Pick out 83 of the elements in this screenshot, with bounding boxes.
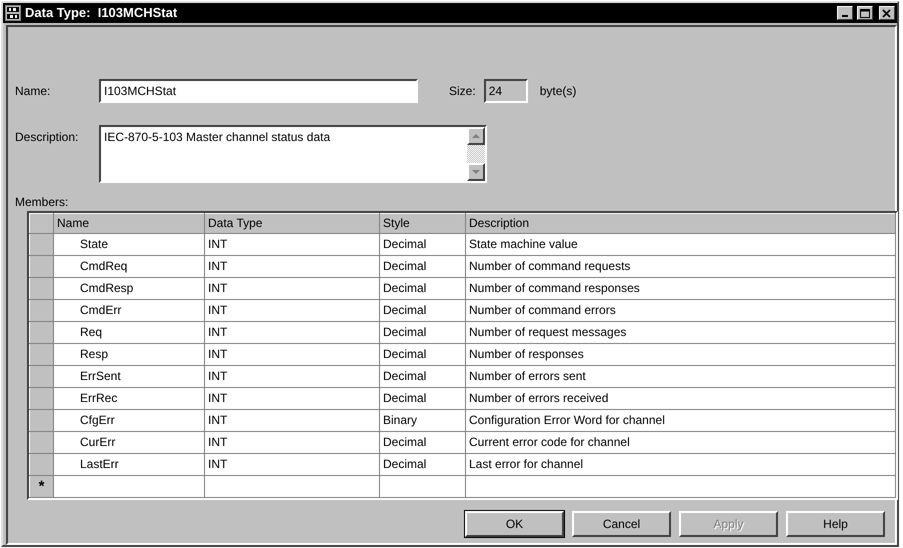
ok-button[interactable]: OK <box>465 511 564 537</box>
table-cell: Decimal <box>380 234 466 256</box>
help-button[interactable]: Help <box>786 511 885 537</box>
table-cell: CmdReq <box>54 256 204 278</box>
table-cell: Number of command errors <box>466 300 896 322</box>
table-cell: Number of errors received <box>466 388 896 410</box>
table-cell: ErrSent <box>54 366 204 388</box>
table-cell: Number of responses <box>466 344 896 366</box>
table-cell: State machine value <box>466 234 896 256</box>
close-button[interactable] <box>879 6 895 20</box>
table-cell: Decimal <box>380 322 466 344</box>
column-header[interactable]: Name <box>54 214 204 234</box>
table-cell: Number of errors sent <box>466 366 896 388</box>
maximize-button[interactable] <box>857 6 873 20</box>
table-cell: State <box>54 234 204 256</box>
row-selector[interactable] <box>30 278 54 300</box>
column-header[interactable]: Description <box>466 214 896 234</box>
cancel-button[interactable]: Cancel <box>572 511 671 537</box>
table-cell: Number of request messages <box>466 322 896 344</box>
description-field[interactable]: IEC-870-5-103 Master channel status data <box>99 125 487 183</box>
table-cell: Decimal <box>380 454 466 476</box>
table-cell: CfgErr <box>54 410 204 432</box>
table-cell: CmdErr <box>54 300 204 322</box>
row-selector[interactable] <box>30 454 54 476</box>
members-label: Members: <box>15 195 68 209</box>
row-selector[interactable] <box>30 432 54 454</box>
row-selector[interactable] <box>30 344 54 366</box>
up-arrow-icon <box>472 134 480 138</box>
close-icon <box>882 8 892 18</box>
minimize-icon <box>842 15 848 17</box>
table-cell: CurErr <box>54 432 204 454</box>
size-label: Size: <box>449 83 476 100</box>
row-selector[interactable] <box>30 388 54 410</box>
table-cell: INT <box>204 410 380 432</box>
table-cell: Decimal <box>380 278 466 300</box>
row-selector[interactable] <box>30 300 54 322</box>
members-table[interactable] <box>27 211 898 500</box>
minimize-button[interactable] <box>837 6 853 20</box>
table-cell: Number of command requests <box>466 256 896 278</box>
row-selector[interactable] <box>30 234 54 256</box>
table-cell: INT <box>204 344 380 366</box>
table-cell: Resp <box>54 344 204 366</box>
row-header <box>30 214 54 234</box>
table-cell: Decimal <box>380 366 466 388</box>
maximize-icon <box>860 8 870 18</box>
column-header[interactable]: Style <box>380 214 466 234</box>
table-cell: INT <box>204 366 380 388</box>
column-header[interactable]: Data Type <box>204 214 380 234</box>
table-cell: INT <box>204 234 380 256</box>
table-cell: INT <box>204 256 380 278</box>
table-cell: ErrRec <box>54 388 204 410</box>
table-cell: CmdResp <box>54 278 204 300</box>
table-cell: INT <box>204 300 380 322</box>
table-cell: Decimal <box>380 344 466 366</box>
row-selector[interactable] <box>30 322 54 344</box>
table-cell: Current error code for channel <box>466 432 896 454</box>
table-cell: Decimal <box>380 432 466 454</box>
table-cell: Binary <box>380 410 466 432</box>
size-field: 24 <box>484 79 528 103</box>
window-title: Data Type: I103MCHStat <box>25 4 178 22</box>
table-cell: INT <box>204 454 380 476</box>
row-selector[interactable] <box>30 410 54 432</box>
table-cell: Number of command responses <box>466 278 896 300</box>
table-cell: Req <box>54 322 204 344</box>
size-unit: byte(s) <box>540 83 576 100</box>
row-selector[interactable] <box>30 366 54 388</box>
down-arrow-icon <box>472 170 480 174</box>
name-label: Name: <box>15 83 52 100</box>
row-selector[interactable] <box>30 256 54 278</box>
table-cell: INT <box>204 278 380 300</box>
new-row-marker[interactable]: * <box>30 476 54 498</box>
table-cell: Last error for channel <box>466 454 896 476</box>
description-label: Description: <box>15 129 80 146</box>
name-field[interactable]: I103MCHStat <box>99 79 418 103</box>
table-cell: INT <box>204 432 380 454</box>
table-cell: Decimal <box>380 300 466 322</box>
table-cell: LastErr <box>54 454 204 476</box>
scrollbar[interactable] <box>467 127 485 181</box>
table-cell: Decimal <box>380 256 466 278</box>
table-cell: INT <box>204 388 380 410</box>
table-cell: Configuration Error Word for channel <box>466 410 896 432</box>
table-cell: Decimal <box>380 388 466 410</box>
table-cell: INT <box>204 322 380 344</box>
